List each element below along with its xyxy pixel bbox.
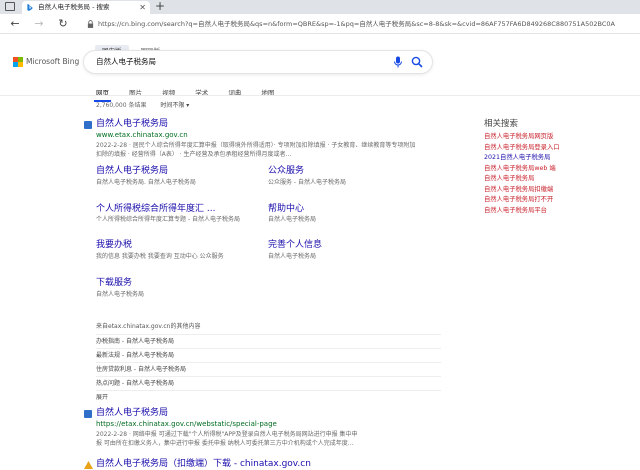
related-bold: 扣缴端 [534, 185, 554, 193]
related-item[interactable]: 自然人电子税务局web 端 [484, 164, 624, 175]
snippet-text: 网络申报 可通过下载"个人所得税"APP及登录自然人电子税务局网站进行申报 集中… [132, 431, 358, 438]
result-title[interactable]: 自然人电子税务局 [96, 408, 168, 419]
result-count: 2,760,000 条结果 [96, 102, 147, 109]
result-snippet-line2: 报 可由所在扣缴义务人，集中进行申报 委托申报 纳税人可委托第三方中介机构或个人… [96, 440, 354, 447]
related-text: 自然人电子税务局 [484, 196, 535, 203]
result-title[interactable]: 自然人电子税务局 [96, 119, 168, 130]
bing-favicon-icon [27, 4, 33, 11]
result-title[interactable]: 自然人电子税务局（扣缴端）下载 - chinatax.gov.cn [96, 459, 311, 470]
search-input[interactable]: 自然人电子税务局 [96, 51, 156, 73]
deeplink-title[interactable]: 个人所得税综合所得年度汇 ... [96, 204, 215, 215]
result-stats: 2,760,000 条结果 时间不限 ▾ [96, 101, 189, 110]
search-icon[interactable] [411, 56, 423, 68]
related-bold: 网页版 [534, 133, 554, 140]
deeplink-desc: 自然人电子税务局 [268, 253, 317, 260]
result-url[interactable]: https://etax.chinatax.gov.cn/webstatic/s… [96, 419, 277, 429]
deeplink-title[interactable]: 我要办税 [96, 240, 132, 251]
time-filter-dropdown[interactable]: 时间不限 ▾ [160, 102, 189, 109]
snippet-date: 2022-2-28 · [96, 142, 131, 149]
forward-icon[interactable]: → [32, 17, 46, 31]
tab-title: 自然人电子税务局 - 搜索 [38, 3, 110, 11]
back-icon[interactable]: ← [8, 17, 22, 31]
logo-text: Microsoft Bing [26, 57, 80, 66]
tab-maps[interactable]: 地图 [261, 88, 274, 98]
result-favicon-icon [84, 410, 92, 418]
related-bold: 登录入口 [534, 143, 560, 151]
related-text: 自然人电子税务局 [484, 133, 535, 140]
deeplink-title[interactable]: 公众服务 [268, 166, 304, 177]
close-tab-icon[interactable]: ✕ [139, 1, 146, 14]
related-bold: 平台 [534, 206, 547, 214]
lock-icon [87, 20, 94, 28]
deeplink-title[interactable]: 自然人电子税务局 [96, 166, 168, 177]
more-link[interactable]: 办税指南 - 自然人电子税务局 [96, 334, 441, 348]
logo-square-yellow [18, 62, 23, 67]
tab-images[interactable]: 图片 [129, 88, 142, 98]
related-item[interactable]: 自然人电子税务局 [484, 174, 624, 185]
tab-strip: 自然人电子税务局 - 搜索 ✕ + [0, 0, 640, 14]
address-bar[interactable]: https://cn.bing.com/search?q=自然人电子税务局&qs… [84, 17, 636, 31]
more-link[interactable]: 热点问题 - 自然人电子税务局 [96, 376, 441, 390]
result-snippet: 2022-2-28 · 网络申报 可通过下载"个人所得税"APP及登录自然人电子… [96, 430, 441, 439]
logo-square-blue [13, 62, 18, 67]
refresh-icon[interactable]: ↻ [56, 17, 70, 31]
related-heading: 相关搜索 [484, 119, 519, 129]
snippet-text: 居民个人综合所得年度汇算申报（取得境外所得适用）· 专项附加扣除填报 · 子女教… [96, 142, 416, 158]
related-item[interactable]: 自然人电子税务局扣缴端 [484, 185, 624, 196]
related-searches: 相关搜索 自然人电子税务局网页版 自然人电子税务局登录入口 2021自然人电子税… [484, 118, 624, 216]
search-box[interactable]: 自然人电子税务局 [84, 51, 432, 73]
related-item[interactable]: 自然人电子税务局登录入口 [484, 143, 624, 154]
deeplink-desc: 自然人电子税务局. 自然人电子税务局 [96, 179, 196, 186]
new-tab-icon[interactable]: + [155, 0, 165, 13]
deeplink-title[interactable]: 帮助中心 [268, 204, 304, 215]
deeplink-title[interactable]: 下载服务 [96, 278, 132, 289]
related-bold: web 端 [534, 164, 556, 172]
tab-web[interactable]: 网页 [94, 88, 111, 102]
more-from-site-heading: 来自etax.chinatax.gov.cn的其他内容 [96, 323, 201, 330]
window-icon[interactable] [5, 2, 15, 11]
logo-square-red [13, 57, 18, 62]
region-tabs: 国内版 国际版 [95, 38, 167, 57]
tab-videos[interactable]: 视频 [162, 88, 175, 98]
expand-link[interactable]: 展开 [96, 390, 441, 404]
deeplink-desc: 自然人电子税务局 [96, 291, 145, 298]
header-divider [0, 95, 640, 96]
result-url[interactable]: www.etax.chinatax.gov.cn [96, 130, 188, 140]
scope-tabs: 网页 图片 视频 学术 词典 地图 [94, 80, 289, 102]
browser-toolbar: ← → ↻ https://cn.bing.com/search?q=自然人电子… [0, 14, 640, 34]
related-item[interactable]: 自然人电子税务局打不开 [484, 195, 624, 206]
related-text: 自然人电子税务局 [484, 175, 535, 182]
deeplink-desc: 自然人电子税务局 [268, 216, 317, 223]
tab-dictionary[interactable]: 词典 [228, 88, 241, 98]
logo-square-green [18, 57, 23, 62]
result-favicon-icon [84, 121, 92, 129]
more-from-site: 来自etax.chinatax.gov.cn的其他内容 办税指南 - 自然人电子… [96, 322, 441, 404]
deeplink-desc: 我的信息 我要办税 我要查询 互动中心 公众服务 [96, 253, 224, 260]
more-link[interactable]: 住房贷款利息 - 自然人电子税务局 [96, 362, 441, 376]
related-bold: 打不开 [534, 196, 554, 203]
related-text: 自然人电子税务局 [484, 206, 535, 214]
related-text: 自然人电子税务局 [484, 143, 535, 151]
deeplink-desc: 公众服务 - 自然人电子税务局 [268, 179, 346, 186]
more-link[interactable]: 最新法规 - 自然人电子税务局 [96, 348, 441, 362]
browser-tab[interactable]: 自然人电子税务局 - 搜索 ✕ [22, 1, 150, 14]
microphone-icon[interactable] [393, 56, 403, 68]
deeplink-title[interactable]: 完善个人信息 [268, 240, 322, 251]
related-item[interactable]: 2021自然人电子税务局 [484, 153, 624, 164]
result-snippet: 2022-2-28 · 居民个人综合所得年度汇算申报（取得境外所得适用）· 专项… [96, 141, 421, 159]
tab-academic[interactable]: 学术 [195, 88, 208, 98]
related-text: 2021自然人电子税务局 [484, 154, 551, 161]
address-url: https://cn.bing.com/search?q=自然人电子税务局&qs… [98, 20, 615, 28]
related-item[interactable]: 自然人电子税务局网页版 [484, 132, 624, 143]
related-text: 自然人电子税务局 [484, 164, 535, 172]
related-text: 自然人电子税务局 [484, 185, 535, 193]
snippet-date: 2022-2-28 · [96, 431, 131, 438]
related-item[interactable]: 自然人电子税务局平台 [484, 206, 624, 217]
deeplink-desc: 个人所得税综合所得年度汇算专题 - 自然人电子税务局 [96, 216, 240, 223]
